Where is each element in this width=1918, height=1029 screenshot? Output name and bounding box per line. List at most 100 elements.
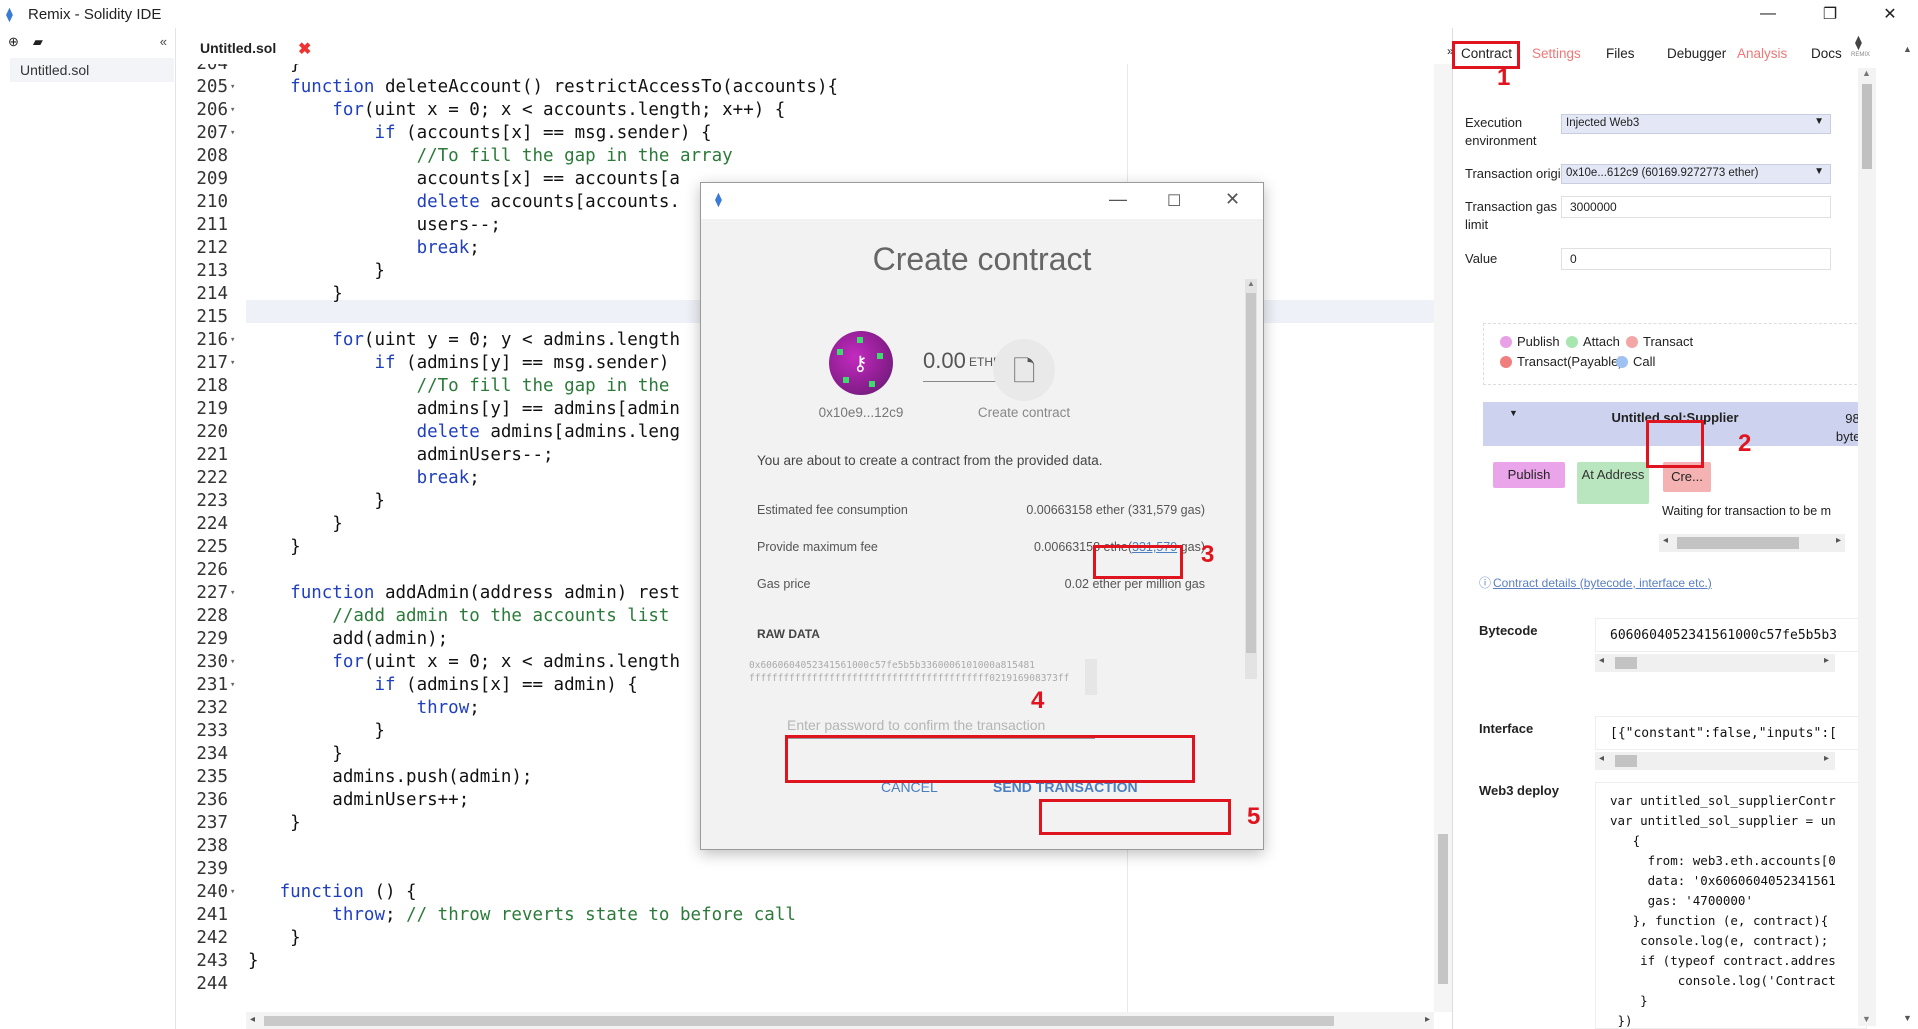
key-icon: ⚷: [853, 353, 868, 375]
publish-button[interactable]: Publish: [1493, 462, 1565, 488]
remix-logo-label: REMIX: [1851, 52, 1871, 58]
dialog-minimize-button[interactable]: —: [1109, 189, 1127, 210]
web3-deploy-line: gas: '4700000': [1610, 893, 1753, 908]
line-number: 220: [196, 422, 228, 442]
legend-publish: Publish: [1500, 334, 1560, 349]
folder-icon[interactable]: ▰: [33, 34, 43, 50]
web3-deploy-line: if (typeof contract.addres: [1610, 953, 1836, 968]
web3-deploy-line: data: '0x6060604052341561: [1610, 873, 1836, 888]
code-line: }: [248, 284, 343, 304]
dialog-scrollbar[interactable]: ▲: [1245, 279, 1257, 679]
restore-button[interactable]: ❐: [1802, 0, 1858, 28]
code-line: }: [248, 64, 301, 74]
gas-limit-label: Transaction gas limit: [1465, 199, 1558, 232]
file-item-untitled-sol[interactable]: Untitled.sol: [10, 58, 174, 82]
code-line: for(uint x = 0; x < admins.length: [332, 652, 680, 672]
close-tab-icon[interactable]: ✖: [298, 39, 311, 59]
line-number: 223: [196, 491, 228, 511]
dialog-close-button[interactable]: ✕: [1225, 189, 1240, 210]
gas-price-label: Gas price: [757, 577, 811, 591]
tab-debugger[interactable]: Debugger: [1667, 46, 1726, 61]
code-line: }: [248, 514, 343, 534]
collapse-left-panel-button[interactable]: «: [160, 34, 167, 49]
fold-arrow-icon[interactable]: ▾: [230, 99, 235, 122]
status-scrollbar[interactable]: ◂ ▸: [1659, 534, 1845, 552]
line-number: 219: [196, 399, 228, 419]
editor-vertical-scrollbar[interactable]: [1434, 64, 1452, 1012]
contract-details-link[interactable]: Contract details (bytecode, interface et…: [1493, 574, 1712, 592]
line-number: 241: [196, 905, 228, 925]
annotation-box-5: [1039, 799, 1231, 835]
plus-circle-icon[interactable]: ⊕: [8, 34, 19, 50]
line-number: 240: [196, 882, 228, 902]
annotation-number-5: 5: [1247, 803, 1261, 830]
code-line: if (admins[x] == admin) {: [374, 675, 638, 695]
web3-deploy-line: console.log(e, contract);: [1610, 933, 1829, 948]
line-number: 205: [196, 77, 228, 97]
code-line: accounts[x] == accounts[a: [248, 169, 680, 189]
raw-data-scrollbar[interactable]: [1085, 659, 1097, 695]
code-line: //add admin to the accounts list: [332, 606, 670, 626]
metamask-app-icon: ⧫: [715, 191, 722, 207]
remix-app-icon: ⧫: [6, 6, 13, 22]
value-input[interactable]: 0: [1561, 248, 1831, 270]
tab-analysis[interactable]: Analysis: [1737, 46, 1787, 61]
interface-label: Interface: [1479, 721, 1534, 736]
line-number: 239: [196, 859, 228, 879]
line-number: 221: [196, 445, 228, 465]
dialog-message: You are about to create a contract from …: [757, 453, 1103, 468]
fold-arrow-icon[interactable]: ▾: [230, 352, 235, 375]
code-line: function deleteAccount() restrictAccessT…: [290, 77, 839, 97]
transaction-origin-select[interactable]: 0x10e...612c9 (60169.9272773 ether) ▼: [1561, 164, 1831, 184]
code-line: delete accounts[accounts.: [416, 192, 680, 212]
line-number: 237: [196, 813, 228, 833]
info-icon: ⓘ: [1479, 576, 1492, 590]
legend-dot: [1500, 335, 1512, 348]
fold-arrow-icon[interactable]: ▾: [230, 674, 235, 697]
fold-arrow-icon[interactable]: ▾: [230, 582, 235, 605]
line-number: 214: [196, 284, 228, 304]
fold-arrow-icon[interactable]: ▾: [230, 651, 235, 674]
execution-environment-select[interactable]: Injected Web3 ▼: [1561, 114, 1831, 134]
code-line: throw;: [416, 698, 480, 718]
account-avatar: ⚷: [829, 331, 893, 395]
web3-deploy-box[interactable]: var untitled_sol_supplierContr var untitl…: [1595, 782, 1867, 1029]
tab-docs[interactable]: Docs: [1811, 46, 1842, 61]
tab-settings[interactable]: Settings: [1532, 46, 1581, 61]
fold-arrow-icon[interactable]: ▾: [230, 76, 235, 99]
right-panel-scrollbar[interactable]: ▲ ▼: [1858, 68, 1876, 1026]
fold-arrow-icon[interactable]: ▾: [230, 122, 235, 145]
bytecode-scrollbar[interactable]: ◂ ▸: [1595, 654, 1835, 672]
editor-tab-bar: Untitled.sol ✖: [176, 28, 1434, 64]
tab-files[interactable]: Files: [1606, 46, 1635, 61]
interface-scrollbar[interactable]: ◂ ▸: [1595, 752, 1835, 770]
dialog-maximize-button[interactable]: ☐: [1167, 191, 1181, 211]
gas-limit-input[interactable]: 3000000: [1561, 196, 1831, 218]
max-fee-label: Provide maximum fee: [757, 540, 878, 554]
execution-environment-label: Execution environment: [1465, 115, 1537, 148]
interface-box[interactable]: [{"constant":false,"inputs":[: [1595, 716, 1867, 750]
dialog-title-bar: ⧫ — ☐ ✕: [701, 183, 1263, 219]
web3-deploy-line: {: [1610, 833, 1641, 848]
code-line: adminUsers++;: [248, 790, 470, 810]
fold-arrow-icon[interactable]: ▾: [230, 329, 235, 352]
dialog-title: Create contract: [872, 241, 1092, 277]
line-number: 243: [196, 951, 228, 971]
at-address-button[interactable]: At Address: [1577, 462, 1649, 504]
to-label: Create contract: [977, 405, 1071, 420]
file-explorer-panel: ⊕ ▰ « Untitled.sol: [0, 28, 176, 1029]
fold-arrow-icon[interactable]: ▾: [230, 881, 235, 904]
web3-deploy-line: var untitled_sol_supplier = un: [1610, 813, 1836, 828]
window-scrollbar[interactable]: ▲ ▼: [1898, 40, 1918, 1029]
code-line: adminUsers--;: [248, 445, 554, 465]
web3-deploy-line: }, function (e, contract){: [1610, 913, 1829, 928]
bytecode-box[interactable]: 6060604052341561000c57fe5b5b3: [1595, 618, 1867, 652]
line-number: 210: [196, 192, 228, 212]
minimize-button[interactable]: —: [1740, 0, 1796, 28]
line-number: 218: [196, 376, 228, 396]
close-window-button[interactable]: ✕: [1862, 0, 1918, 28]
web3-deploy-label: Web3 deploy: [1479, 783, 1559, 798]
editor-tab-untitled-sol[interactable]: Untitled.sol: [200, 40, 276, 56]
editor-horizontal-scrollbar[interactable]: ◂ ▸: [246, 1012, 1434, 1029]
remix-logo-icon: ⧫: [1855, 34, 1862, 50]
